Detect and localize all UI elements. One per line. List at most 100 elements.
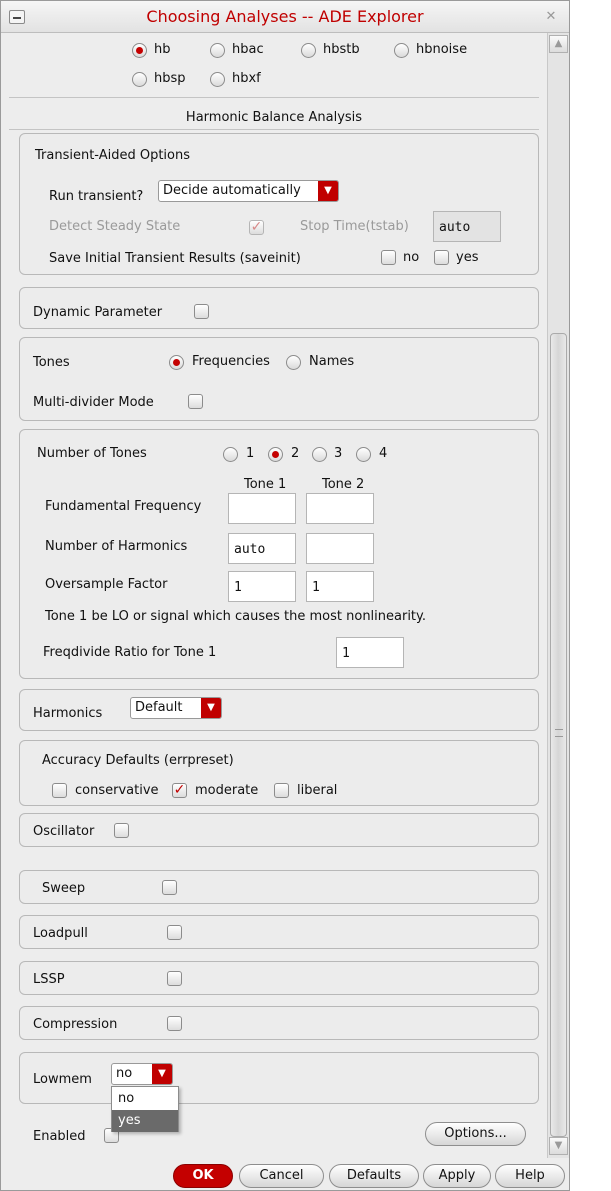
conservative-checkbox[interactable] [52,783,67,798]
number-of-harmonics-tone1[interactable]: auto [228,533,296,564]
radio-tones-3[interactable] [312,447,327,462]
scroll-down-icon[interactable]: ▼ [549,1137,568,1155]
close-icon[interactable]: ✕ [543,9,559,25]
lssp-checkbox[interactable] [167,971,182,986]
save-initial-yes-label: yes [456,250,479,265]
multi-divider-label: Multi-divider Mode [33,395,154,410]
run-transient-label: Run transient? [49,189,144,204]
apply-button[interactable]: Apply [423,1164,491,1188]
analysis-label-hbnoise: hbnoise [416,42,468,57]
freqdivide-field[interactable]: 1 [336,637,404,668]
title-bar: Choosing Analyses -- ADE Explorer ✕ [1,1,569,33]
radio-hb[interactable] [132,43,147,58]
num-tones-label: Number of Tones [37,446,147,461]
frequencies-label: Frequencies [192,354,270,369]
scroll-up-icon[interactable]: ▲ [549,35,568,53]
save-initial-no-checkbox[interactable] [381,250,396,265]
fundamental-frequency-tone2[interactable] [306,493,374,524]
lowmem-group [19,1052,539,1104]
multi-divider-checkbox[interactable] [188,394,203,409]
liberal-label: liberal [297,783,338,798]
radio-tones-4[interactable] [356,447,371,462]
options-button[interactable]: Options... [425,1122,526,1146]
radio-hbstb[interactable] [301,43,316,58]
fundamental-frequency-label: Fundamental Frequency [45,499,202,514]
tones-option-4: 4 [379,446,388,461]
conservative-label: conservative [75,783,159,798]
divider [9,97,539,98]
oversample-factor-tone1[interactable]: 1 [228,571,296,602]
save-initial-label: Save Initial Transient Results (saveinit… [49,251,301,266]
fundamental-frequency-tone1[interactable] [228,493,296,524]
number-of-harmonics-label: Number of Harmonics [45,539,188,554]
oversample-factor-tone2[interactable]: 1 [306,571,374,602]
form-content: hb hbac hbstb hbnoise hbsp hbxf Harmonic… [1,33,547,1158]
radio-hbnoise[interactable] [394,43,409,58]
tones-option-2: 2 [291,446,300,461]
lowmem-select[interactable]: no ▼ [111,1063,173,1085]
detect-steady-state-checkbox[interactable]: ✓ [249,220,264,235]
chevron-down-icon: ▼ [152,1064,172,1084]
number-of-harmonics-tone2[interactable] [306,533,374,564]
tones-option-3: 3 [334,446,343,461]
chevron-down-icon: ▼ [201,698,221,718]
compression-checkbox[interactable] [167,1016,182,1031]
analysis-label-hb: hb [154,42,171,57]
analysis-label-hbxf: hbxf [232,71,261,86]
moderate-checkbox[interactable]: ✓ [172,783,187,798]
radio-hbxf[interactable] [210,72,225,87]
names-label: Names [309,354,355,369]
sweep-checkbox[interactable] [162,880,177,895]
sweep-group [19,870,539,904]
lssp-label: LSSP [33,972,65,987]
harmonics-value: Default [135,700,183,715]
accuracy-title: Accuracy Defaults (errpreset) [42,753,234,768]
vertical-scrollbar[interactable]: ▲ ▼ [547,33,569,1158]
liberal-checkbox[interactable] [274,783,289,798]
lowmem-option-no[interactable]: no [112,1088,178,1110]
loadpull-group [19,915,539,949]
sweep-label: Sweep [42,881,86,896]
column-header-tone1: Tone 1 [244,477,287,492]
cancel-button[interactable]: Cancel [239,1164,324,1188]
chevron-down-icon: ▼ [318,181,338,201]
transient-group-title: Transient-Aided Options [35,148,191,163]
loadpull-checkbox[interactable] [167,925,182,940]
dynamic-parameter-label: Dynamic Parameter [33,305,163,320]
defaults-button[interactable]: Defaults [329,1164,419,1188]
harmonics-select[interactable]: Default ▼ [130,697,222,719]
radio-hbac[interactable] [210,43,225,58]
lowmem-option-yes[interactable]: yes [112,1110,178,1132]
section-title: Harmonic Balance Analysis [185,110,363,125]
tones-label: Tones [33,355,70,370]
ok-button[interactable]: OK [173,1164,233,1188]
radio-names[interactable] [286,355,301,370]
harmonics-label: Harmonics [33,706,103,721]
save-initial-yes-checkbox[interactable] [434,250,449,265]
compression-label: Compression [33,1017,118,1032]
lowmem-dropdown-list: no yes [111,1086,179,1132]
radio-tones-1[interactable] [223,447,238,462]
oversample-factor-label: Oversample Factor [45,577,168,592]
lowmem-label: Lowmem [33,1072,92,1087]
radio-tones-2[interactable] [268,447,283,462]
run-transient-select[interactable]: Decide automatically ▼ [158,180,339,202]
help-button[interactable]: Help [495,1164,565,1188]
loadpull-label: Loadpull [33,926,88,941]
stop-time-label: Stop Time(tstab) [300,219,409,234]
window-title: Choosing Analyses -- ADE Explorer [146,7,424,26]
save-initial-no-label: no [403,250,420,265]
column-header-tone2: Tone 2 [322,477,365,492]
radio-frequencies[interactable] [169,355,184,370]
stop-time-field[interactable]: auto [433,211,501,242]
oscillator-checkbox[interactable] [114,823,129,838]
moderate-label: moderate [195,783,259,798]
analysis-label-hbsp: hbsp [154,71,186,86]
analysis-label-hbac: hbac [232,42,264,57]
detect-steady-state-label: Detect Steady State [49,219,181,234]
dynamic-parameter-checkbox[interactable] [194,304,209,319]
tone-note: Tone 1 be LO or signal which causes the … [45,609,427,624]
scrollbar-thumb[interactable] [550,333,567,1137]
lssp-group [19,961,539,995]
radio-hbsp[interactable] [132,72,147,87]
